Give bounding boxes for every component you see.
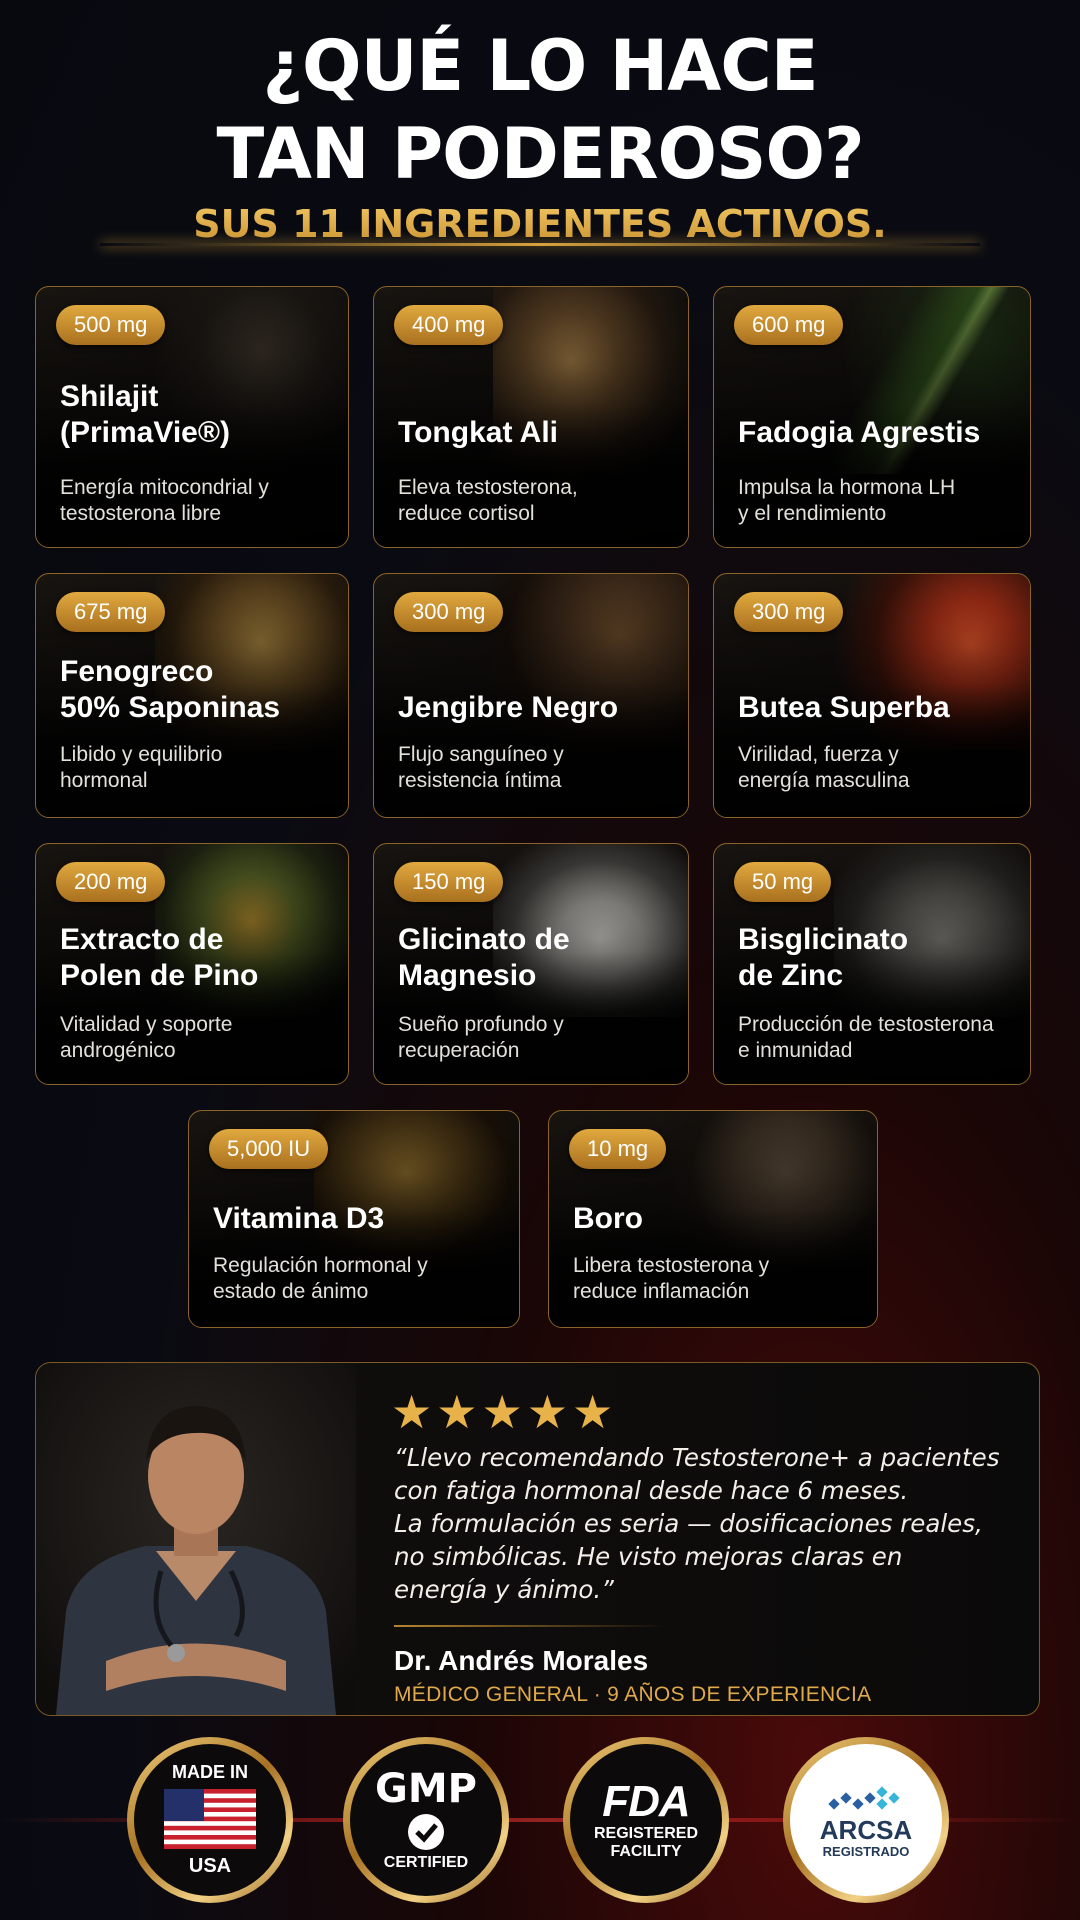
ingredient-name: Fenogreco 50% Saponinas (60, 655, 281, 724)
doctor-name: Dr. Andrés Morales (394, 1645, 649, 1676)
doctor-credentials: MÉDICO GENERAL · 9 AÑOS DE EXPERIENCIA (394, 1683, 872, 1706)
dose-pill: 10 mg (569, 1129, 667, 1169)
ingredient-desc: Regulación hormonal y estado de ánimo (213, 1254, 428, 1303)
ingredient-desc: Producción de testosterona e inmunidad (738, 1013, 994, 1062)
ingredient-desc: Sueño profundo y recuperación (398, 1013, 564, 1062)
ingredient-desc: Libera testosterona y reduce inflamación (573, 1254, 770, 1303)
badge-usa-top-text: MADE IN (172, 1762, 248, 1782)
ingredient-name: Shilajit (PrimaVie®) (60, 380, 230, 449)
ingredient-card-fenogreco: 675 mg Fenogreco 50% Saponinas Libido y e… (35, 573, 349, 818)
ingredient-card-vitamina-d3: 5,000 IU Vitamina D3 Regulación hormonal… (188, 1110, 520, 1328)
dose-pill: 300 mg (734, 592, 844, 632)
badge-arcsa-sub: REGISTRADO (822, 1843, 910, 1859)
ingredient-card-jengibre: 300 mg Jengibre Negro Flujo sanguíneo yr… (373, 573, 689, 818)
testimonial-card: ★★★★★ “Llevo recomendando Testosterone+ … (35, 1362, 1040, 1716)
gold-divider (100, 243, 980, 246)
dose-pill: 200 mg (56, 862, 166, 902)
dose-pill: 5,000 IU (209, 1129, 329, 1169)
header: ¿QUÉ LO HACE TAN PODEROSO? SUS 11 INGRED… (0, 22, 1080, 248)
arcsa-registrado-badge: ARCSA REGISTRADO (783, 1737, 949, 1903)
us-flag-icon (164, 1789, 256, 1849)
ingredient-name: Jengibre Negro (398, 691, 619, 724)
ingredient-desc: Energía mitocondrial y testosterona libre (60, 476, 269, 525)
dose-pill: 400 mg (394, 305, 504, 345)
ingredient-card-magnesio: 150 mg Glicinato de Magnesio Sueño profun… (373, 843, 689, 1085)
ingredient-desc: Virilidad, fuerza y energía masculina (738, 743, 910, 792)
badge-gmp-text: GMP (375, 1766, 477, 1812)
ingredient-name: Butea Superba (738, 691, 950, 724)
ingredient-name: Extracto de Polen de Pino (60, 923, 259, 992)
ingredient-desc: Impulsa la hormona LH y el rendimiento (738, 476, 956, 525)
fda-registered-badge: FDA REGISTERED FACILITY (563, 1737, 729, 1903)
ingredient-card-fadogia: 600 mg Fadogia Agrestis Impulsa la hormo… (713, 286, 1031, 548)
dose-pill: 300 mg (394, 592, 504, 632)
five-star-rating: ★★★★★ (391, 1386, 618, 1438)
arcsa-logo-icon (828, 1785, 900, 1810)
ingredient-name: Boro (573, 1202, 643, 1235)
dose-pill: 150 mg (394, 862, 504, 902)
title-line-1: ¿QUÉ LO HACE (262, 25, 818, 107)
ingredient-card-tongkat: 400 mg Tongkat Ali Eleva testosterona, re… (373, 286, 689, 548)
ingredient-card-shilajit: 500 mg Shilajit (PrimaVie®) Energía mitoc… (35, 286, 349, 548)
testimonial-quote: “Llevo recomendando Testosterone+ a paci… (394, 1443, 1000, 1604)
ingredient-desc: Libido y equilibrio hormonal (60, 743, 223, 792)
dose-pill: 600 mg (734, 305, 844, 345)
ingredient-desc: Eleva testosterona, reduce cortisol (398, 476, 578, 525)
dose-pill: 500 mg (56, 305, 166, 345)
ingredient-name: Tongkat Ali (398, 416, 558, 449)
ingredient-desc: Flujo sanguíneo y resistencia íntima (398, 743, 564, 792)
doctor-photo (36, 1363, 356, 1715)
ingredient-card-butea: 300 mg Butea Superba Virilidad, fuerza y… (713, 573, 1031, 818)
checkmark-icon (408, 1814, 444, 1850)
badge-fda-sub: REGISTERED FACILITY (593, 1825, 698, 1860)
badge-arcsa-text: ARCSA (819, 1814, 913, 1845)
dose-pill: 675 mg (56, 592, 166, 632)
ingredient-desc: Vitalidad y soporte androgénico (60, 1013, 233, 1062)
badge-usa-bottom-text: USA (188, 1855, 232, 1877)
ingredient-name: Glicinato de Magnesio (398, 923, 570, 992)
made-in-usa-badge: MADE IN USA (127, 1737, 293, 1903)
ingredient-name: Fadogia Agrestis (738, 416, 981, 449)
gmp-certified-badge: GMP CERTIFIED (343, 1737, 509, 1903)
quote-divider (394, 1625, 666, 1627)
ingredient-card-boro: 10 mg Boro Libera testosterona y reduce i… (548, 1110, 878, 1328)
badge-gmp-sub: CERTIFIED (383, 1854, 469, 1871)
badge-fda-logo: FDA (602, 1777, 690, 1826)
ingredient-name: Vitamina D3 (213, 1202, 385, 1235)
ingredient-card-zinc: 50 mg Bisglicinato de Zinc Producción de … (713, 843, 1031, 1085)
subtitle: SUS 11 INGREDIENTES ACTIVOS. (0, 200, 1080, 248)
dose-pill: 50 mg (734, 862, 832, 902)
ingredient-name: Bisglicinato de Zinc (738, 923, 909, 992)
title-line-2: TAN PODEROSO? (216, 113, 864, 195)
ingredient-card-polen: 200 mg Extracto de Polen de Pino Vitalida… (35, 843, 349, 1085)
